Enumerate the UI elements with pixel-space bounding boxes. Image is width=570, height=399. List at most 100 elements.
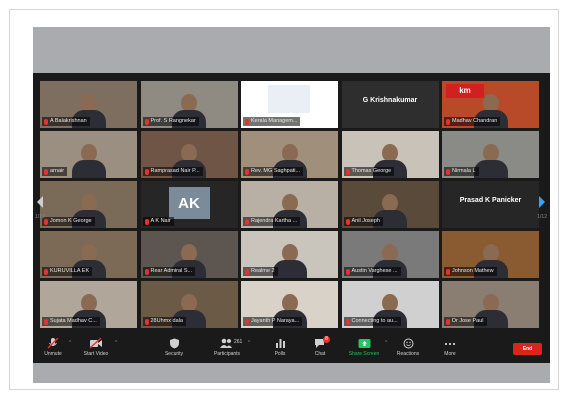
start-video-label: Start Video xyxy=(83,351,109,357)
muted-mic-icon xyxy=(245,268,249,275)
participant-name-label: Jayanth P Naraya... xyxy=(243,317,303,326)
share-screen-icon xyxy=(358,339,370,348)
muted-mic-icon xyxy=(345,218,350,225)
muted-mic-icon xyxy=(44,118,48,125)
participant-name-label: A Balakrishnan xyxy=(42,117,90,126)
participant-tile[interactable]: Rev. MG Saghpati... xyxy=(241,131,338,178)
participant-display-name: Prasad K Panicker xyxy=(459,197,522,204)
participant-tile[interactable]: 28Uhmx dala xyxy=(140,281,238,328)
participant-tile[interactable]: Sujata Madhav C... xyxy=(40,281,137,328)
participant-name: 28Uhmx dala xyxy=(150,318,183,324)
video-background xyxy=(341,81,439,128)
video-options-chevron-icon[interactable]: ^ xyxy=(115,340,117,346)
participants-count: 261 xyxy=(234,339,243,345)
participant-tile[interactable]: Thomas George xyxy=(341,131,439,178)
participant-tile[interactable]: Rajendra Kartha ... xyxy=(241,181,338,228)
participant-name-label: Rev. MG Saghpati... xyxy=(243,167,304,176)
reactions-button[interactable]: Reactions xyxy=(393,338,423,362)
participant-name-label: Rajendra Kartha ... xyxy=(243,217,301,226)
participant-name-label: Madhav Chandran xyxy=(444,117,501,126)
participant-tile[interactable]: Dr Jose Paul xyxy=(442,281,539,328)
participants-label: Participants xyxy=(213,351,241,357)
polls-label: Polls xyxy=(274,351,286,357)
muted-mic-icon xyxy=(144,118,149,125)
participant-tile[interactable]: km Madhav Chandran xyxy=(442,81,539,128)
participant-name: Dr Jose Paul xyxy=(452,318,484,324)
share-screen-label: Share Screen xyxy=(348,351,380,357)
participant-name: Sujata Madhav C... xyxy=(50,318,97,324)
muted-mic-icon xyxy=(44,318,48,325)
participant-name: Rear Admiral S... xyxy=(150,268,193,274)
participant-name-label: Ramprasad Nair P... xyxy=(142,167,203,176)
participant-name-label: Prof. S Rangnekar xyxy=(142,117,199,126)
muted-mic-icon xyxy=(446,268,450,275)
participant-name: Jayanth P Naraya... xyxy=(251,318,300,324)
participant-initials: AK xyxy=(168,187,210,219)
participant-name: A K Nair xyxy=(150,218,171,224)
participant-tile[interactable]: Austin Varghese ... xyxy=(341,231,439,278)
muted-mic-icon xyxy=(44,268,48,275)
participant-tile[interactable]: Connecting to au... xyxy=(341,281,439,328)
share-screen-button[interactable]: Share Screen xyxy=(344,338,384,362)
participants-options-chevron-icon[interactable]: ^ xyxy=(248,340,250,346)
video-background xyxy=(442,181,539,228)
participant-tile[interactable]: arnair xyxy=(40,131,137,178)
audio-options-chevron-icon[interactable]: ^ xyxy=(69,340,71,346)
participant-name-label: Sujata Madhav C... xyxy=(42,317,100,326)
participant-name: Kerala Managem... xyxy=(251,118,298,124)
participant-tile[interactable]: G Krishnakumar xyxy=(341,81,439,128)
security-button[interactable]: Security xyxy=(160,338,188,362)
participant-name-label: KURUVILLA EK xyxy=(42,267,93,276)
muted-mic-icon xyxy=(245,218,249,225)
participant-tile[interactable]: Prasad K Panicker xyxy=(442,181,539,228)
participant-tile[interactable]: Johnson Mathew xyxy=(442,231,539,278)
participants-icon xyxy=(220,338,232,348)
shield-icon xyxy=(169,338,179,349)
participant-tile[interactable]: Nirmala L xyxy=(442,131,539,178)
participant-name: Rev. MG Saghpati... xyxy=(251,168,301,174)
end-meeting-button[interactable]: End xyxy=(513,343,542,355)
participant-tile[interactable]: Anil Joseph xyxy=(341,181,439,228)
participant-name: A Balakrishnan xyxy=(50,118,87,124)
start-video-button[interactable]: Start Video xyxy=(79,338,113,362)
participant-name: arnair xyxy=(50,168,65,174)
participant-video-silhouette xyxy=(272,240,307,278)
participant-tile[interactable]: Realme 2 xyxy=(241,231,338,278)
chat-badge: 8 xyxy=(323,336,330,343)
muted-mic-icon xyxy=(144,168,149,175)
participant-display-name: G Krishnakumar xyxy=(362,97,418,104)
participant-video-silhouette xyxy=(473,140,508,178)
participant-tile[interactable]: Jayanth P Naraya... xyxy=(241,281,338,328)
participant-tile[interactable]: A Balakrishnan xyxy=(40,81,137,128)
participant-tile[interactable]: Ramprasad Nair P... xyxy=(140,131,238,178)
participant-tile[interactable]: Prof. S Rangnekar xyxy=(140,81,238,128)
participant-tile[interactable]: KURUVILLA EK xyxy=(40,231,137,278)
participant-name-label: Johnson Mathew xyxy=(444,267,497,276)
muted-microphone-icon xyxy=(47,338,59,349)
next-page-icon[interactable] xyxy=(537,195,547,209)
participant-tile[interactable]: Rear Admiral S... xyxy=(140,231,238,278)
shared-image-thumbnail xyxy=(268,85,310,113)
participant-name: Jomon K George xyxy=(50,218,92,224)
reactions-label: Reactions xyxy=(396,351,420,357)
participant-video-silhouette xyxy=(71,140,106,178)
bottom-gray-bar xyxy=(33,363,550,383)
unmute-button[interactable]: Unmute xyxy=(39,338,67,362)
participant-tile[interactable]: Kerala Managem... xyxy=(241,81,338,128)
participant-name: Ramprasad Nair P... xyxy=(150,168,200,174)
participant-name-label: arnair xyxy=(42,167,68,176)
polls-button[interactable]: Polls xyxy=(269,338,291,362)
participant-name: Austin Varghese ... xyxy=(351,268,398,274)
top-gray-bar xyxy=(33,27,550,73)
previous-page-icon[interactable] xyxy=(35,195,45,209)
muted-mic-icon xyxy=(44,168,48,175)
more-label: More xyxy=(444,351,456,357)
share-options-chevron-icon[interactable]: ^ xyxy=(385,340,387,346)
more-button[interactable]: More xyxy=(439,338,461,362)
participant-tile[interactable]: AK A K Nair xyxy=(140,181,238,228)
virtual-background-logo: km xyxy=(446,84,484,98)
gallery-grid: A Balakrishnan Prof. S Rangnekar Kerala Ma… xyxy=(40,81,539,328)
participant-name: Rajendra Kartha ... xyxy=(251,218,298,224)
participant-tile[interactable]: Jomon K George xyxy=(40,181,137,228)
participant-name-label: Kerala Managem... xyxy=(243,117,301,126)
